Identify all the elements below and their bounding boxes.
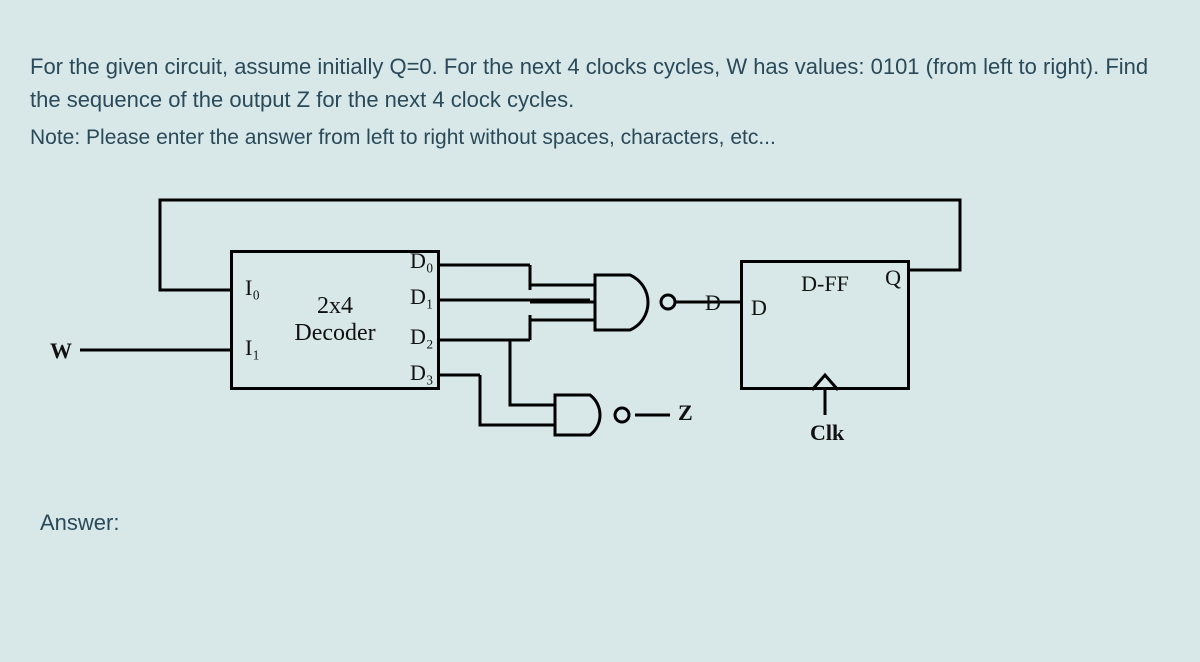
clk-label: Clk — [810, 420, 844, 446]
decoder-title-1: 2x4 — [317, 293, 353, 320]
question-text: For the given circuit, assume initially … — [30, 50, 1170, 116]
z-output-label: Z — [678, 400, 693, 426]
decoder-in0: I₀ — [245, 275, 260, 301]
decoder-out2: D₂ — [410, 324, 434, 350]
dff-d-pin: D — [751, 295, 767, 321]
answer-label: Answer: — [40, 510, 1170, 536]
decoder-in1: I₁ — [245, 335, 260, 361]
decoder-block: 2x4 Decoder — [230, 250, 440, 390]
decoder-title-2: Decoder — [294, 320, 375, 347]
d-input-label: D — [705, 290, 721, 316]
decoder-out0: D₀ — [410, 248, 434, 274]
dff-q-pin: Q — [885, 265, 901, 291]
question-note: Note: Please enter the answer from left … — [30, 126, 1170, 150]
decoder-out3: D₃ — [410, 360, 434, 386]
d-flipflop-block: D-FF D Q — [740, 260, 910, 390]
input-w-label: W — [50, 338, 72, 364]
circuit-diagram: W 2x4 Decoder I₀ I₁ D₀ D₁ D₂ D₃ D Z D-FF… — [50, 180, 990, 480]
dff-title: D-FF — [743, 271, 907, 297]
decoder-out1: D₁ — [410, 284, 434, 310]
